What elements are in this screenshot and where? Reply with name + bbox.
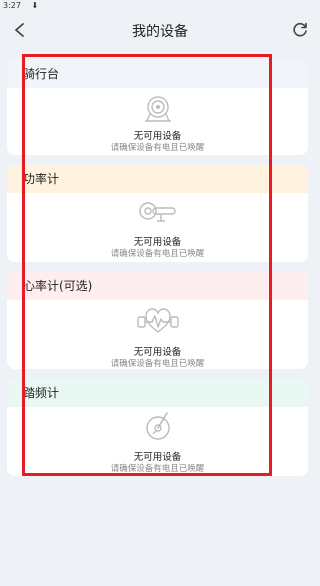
power-meter-icon: [138, 202, 176, 222]
empty-title: 无可用设备: [133, 237, 182, 248]
page-title: 我的设备: [132, 24, 188, 40]
section-title: 心率计(可选): [23, 279, 93, 293]
section-header-cadence: 踏频计: [7, 379, 308, 407]
section-header-trainer: 骑行台: [7, 60, 308, 88]
device-card-trainer: 骑行台 无可用设备 请确保设备有电且已唤醒: [7, 60, 308, 155]
download-icon: ⬇: [31, 1, 39, 10]
empty-subtitle: 请确保设备有电且已唤醒: [110, 359, 205, 369]
heart-rate-icon: [136, 308, 179, 333]
section-header-heart-rate: 心率计(可选): [7, 272, 308, 300]
empty-subtitle: 请确保设备有电且已唤醒: [110, 464, 205, 474]
cadence-icon: [145, 412, 170, 440]
device-card-cadence: 踏频计 无可用设备 请确保设备有电且已唤醒: [7, 379, 308, 476]
section-title: 骑行台: [23, 67, 60, 81]
empty-title: 无可用设备: [133, 347, 182, 358]
empty-subtitle: 请确保设备有电且已唤醒: [110, 143, 205, 153]
app-header: 我的设备: [0, 14, 320, 50]
section-title: 功率计: [23, 172, 60, 186]
empty-subtitle: 请确保设备有电且已唤醒: [110, 249, 205, 259]
empty-title: 无可用设备: [133, 131, 182, 142]
status-bar: 3:27 ⬇: [0, 0, 320, 14]
empty-title: 无可用设备: [133, 452, 182, 463]
empty-state: 无可用设备 请确保设备有电且已唤醒: [7, 300, 308, 369]
empty-state: 无可用设备 请确保设备有电且已唤醒: [7, 88, 308, 155]
device-card-power: 功率计 无可用设备 请确保设备有电且已唤醒: [7, 165, 308, 262]
refresh-icon: [293, 22, 307, 37]
trainer-icon: [144, 96, 171, 122]
section-header-power: 功率计: [7, 165, 308, 193]
section-title: 踏频计: [23, 386, 60, 400]
empty-state: 无可用设备 请确保设备有电且已唤醒: [7, 407, 308, 476]
device-card-heart-rate: 心率计(可选) 无可用设备 请确保设备有电且已唤醒: [7, 272, 308, 369]
refresh-button[interactable]: [290, 20, 310, 40]
status-time: 3:27: [3, 1, 21, 10]
empty-state: 无可用设备 请确保设备有电且已唤醒: [7, 193, 308, 262]
